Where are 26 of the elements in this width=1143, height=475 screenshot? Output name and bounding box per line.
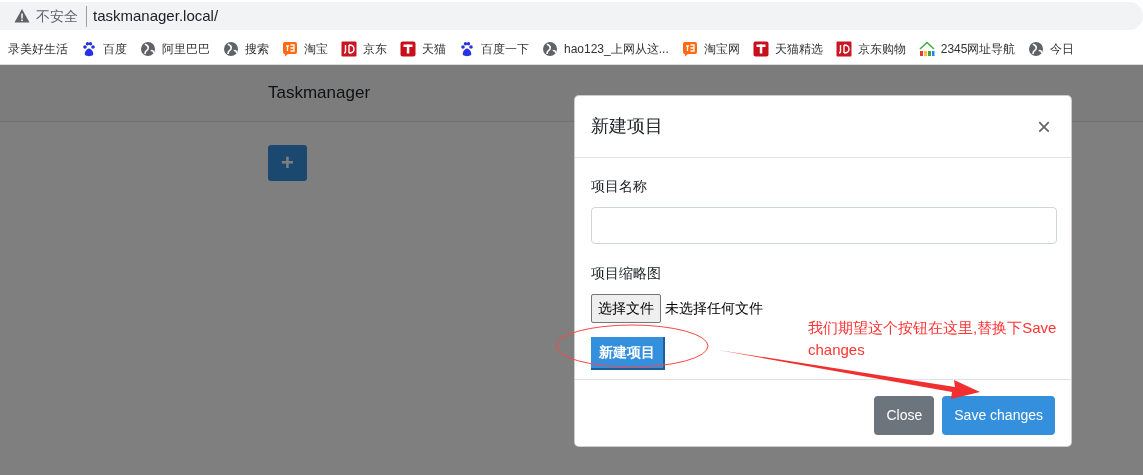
bookmark-link[interactable]: 百度 [103, 39, 127, 58]
file-status-text: 未选择任何文件 [665, 299, 763, 318]
bookmark-link[interactable]: 淘宝 [304, 39, 328, 58]
field-label: 项目名称 [591, 177, 647, 196]
field-label: 项目缩略图 [591, 264, 661, 283]
navbar-brand[interactable]: Taskmanager [268, 80, 371, 106]
annotation-note: 我们期望这个按钮在这里,替换下Save changes [808, 318, 1058, 360]
bookmark-link[interactable]: 今日 [1050, 39, 1075, 58]
address-bar[interactable]: 不安全 taskmanager.local/ [0, 2, 1143, 30]
security-label: 不安全 [36, 5, 87, 27]
bookmark-link[interactable]: 京东 [363, 39, 387, 58]
bookmark-link[interactable]: 百度一下 [481, 39, 529, 58]
bookmark-link[interactable]: hao123_上网从这... [564, 39, 669, 58]
modal-title: 新建项目 [591, 115, 663, 138]
close-button[interactable]: × [1033, 114, 1055, 139]
choose-file-button[interactable]: 选择文件 [591, 294, 661, 323]
bookmark-link[interactable]: 天猫精选 [774, 39, 823, 58]
bookmark-link[interactable]: 京东购物 [857, 39, 906, 58]
bookmark-link[interactable]: 搜索 [245, 39, 269, 58]
url-text: taskmanager.local/ [93, 5, 219, 26]
bookmark-link[interactable]: 2345网址导航 [940, 39, 1016, 58]
bookmark-link[interactable]: 天猫 [422, 39, 446, 58]
bookmark-link[interactable]: 录美好生活 [8, 39, 68, 58]
bookmark-link[interactable]: 阿里巴巴 [162, 39, 210, 58]
close-button[interactable]: Close [874, 396, 935, 435]
bookmark-link[interactable]: 淘宝网 [703, 39, 740, 58]
